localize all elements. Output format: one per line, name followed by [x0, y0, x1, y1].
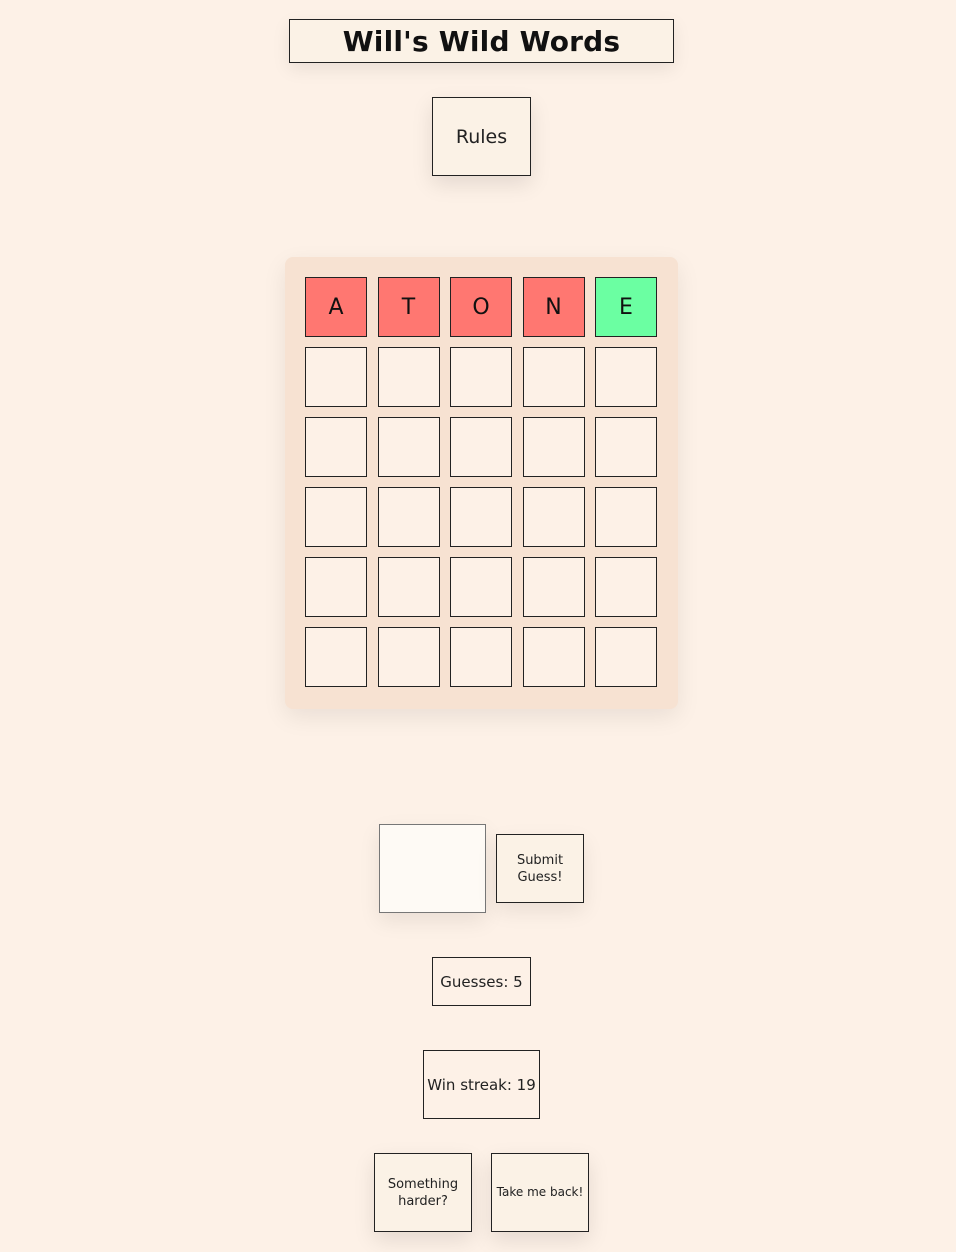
letter-tile [377, 487, 440, 547]
letter-tile [450, 557, 512, 617]
game-page: Will's Wild Words Rules ATONE Submit Gue… [0, 0, 956, 1252]
win-streak-counter: Win streak: 19 [423, 1050, 540, 1119]
letter-tile [595, 417, 657, 477]
letter-tile [305, 557, 367, 617]
letter-tile [522, 487, 585, 547]
letter-tile: T [377, 277, 440, 337]
letter-tile: A [305, 277, 367, 337]
letter-tile [450, 487, 512, 547]
letter-tile [595, 557, 657, 617]
letter-tile [450, 627, 512, 687]
letter-tile [305, 487, 367, 547]
letter-tile [305, 417, 367, 477]
letter-tile [595, 487, 657, 547]
letter-tile [450, 347, 512, 407]
letter-tile [377, 347, 440, 407]
letter-tile: N [522, 277, 585, 337]
letter-tile [305, 627, 367, 687]
letter-tile [522, 417, 585, 477]
letter-tile [377, 557, 440, 617]
title-banner: Will's Wild Words [289, 19, 674, 63]
letter-tile [305, 347, 367, 407]
game-board: ATONE [285, 257, 678, 709]
letter-tile [377, 627, 440, 687]
letter-tile [595, 627, 657, 687]
letter-tile [595, 347, 657, 407]
submit-guess-button[interactable]: Submit Guess! [496, 834, 584, 903]
letter-tile [377, 417, 440, 477]
letter-tile [522, 627, 585, 687]
something-harder-button[interactable]: Something harder? [374, 1153, 472, 1232]
page-title: Will's Wild Words [342, 24, 621, 58]
letter-tile [522, 557, 585, 617]
letter-tile: E [595, 277, 657, 337]
letter-tile [522, 347, 585, 407]
guesses-counter: Guesses: 5 [432, 957, 531, 1006]
rules-button[interactable]: Rules [432, 97, 531, 176]
take-me-back-button[interactable]: Take me back! [491, 1153, 589, 1232]
guess-input[interactable] [379, 824, 486, 913]
letter-grid: ATONE [305, 277, 658, 687]
letter-tile: O [450, 277, 512, 337]
letter-tile [450, 417, 512, 477]
